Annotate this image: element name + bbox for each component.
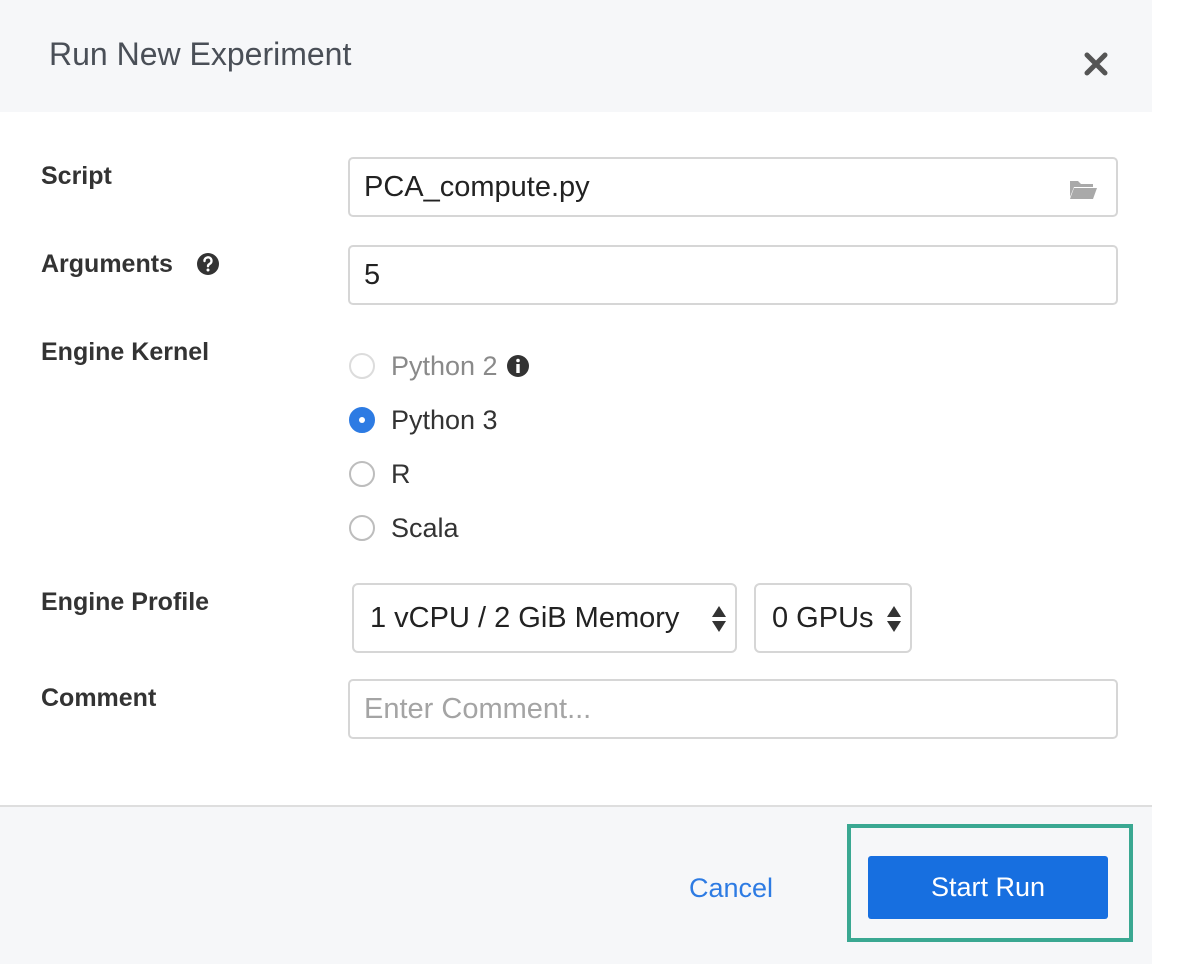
radio-label-scala: Scala [391,512,459,543]
gpu-value: 0 GPUs [772,602,874,634]
cpu-memory-select[interactable]: 1 vCPU / 2 GiB Memory [352,583,737,653]
cpu-memory-value: 1 vCPU / 2 GiB Memory [370,602,680,634]
dialog-header: Run New Experiment [0,0,1152,112]
arguments-value: 5 [364,259,381,291]
arguments-label: Arguments [41,250,173,278]
radio-scala[interactable] [349,515,375,541]
radio-r[interactable] [349,461,375,487]
sort-arrows-icon [887,606,901,632]
folder-open-icon[interactable] [1068,177,1098,201]
kernel-option-python3[interactable]: Python 3 [349,404,498,436]
run-experiment-dialog: Run New Experiment Script PCA_compute.py… [0,0,1152,964]
script-value: PCA_compute.py [364,171,590,203]
sort-arrows-icon [712,606,726,632]
script-field[interactable]: PCA_compute.py [348,157,1118,217]
kernel-option-python2: Python 2 [349,350,530,382]
engine-kernel-label: Engine Kernel [41,338,210,366]
kernel-option-scala[interactable]: Scala [349,512,459,544]
radio-label-r: R [391,458,411,489]
start-run-button[interactable]: Start Run [868,856,1108,919]
radio-python2 [349,353,375,379]
cancel-button[interactable]: Cancel [689,873,773,904]
comment-label: Comment [41,684,157,712]
close-button[interactable] [1082,50,1110,78]
comment-field[interactable]: Enter Comment... [348,679,1118,739]
dialog-title: Run New Experiment [49,36,352,72]
help-icon[interactable] [196,252,220,276]
arguments-field[interactable]: 5 [348,245,1118,305]
info-icon[interactable] [506,354,530,378]
gpu-select[interactable]: 0 GPUs [754,583,912,653]
kernel-option-r[interactable]: R [349,458,411,490]
engine-profile-label: Engine Profile [41,588,210,616]
radio-label-python3: Python 3 [391,404,498,435]
radio-python3[interactable] [349,407,375,433]
radio-label-python2: Python 2 [391,350,498,381]
comment-placeholder: Enter Comment... [364,693,592,725]
close-icon [1084,52,1108,76]
script-label: Script [41,162,112,190]
